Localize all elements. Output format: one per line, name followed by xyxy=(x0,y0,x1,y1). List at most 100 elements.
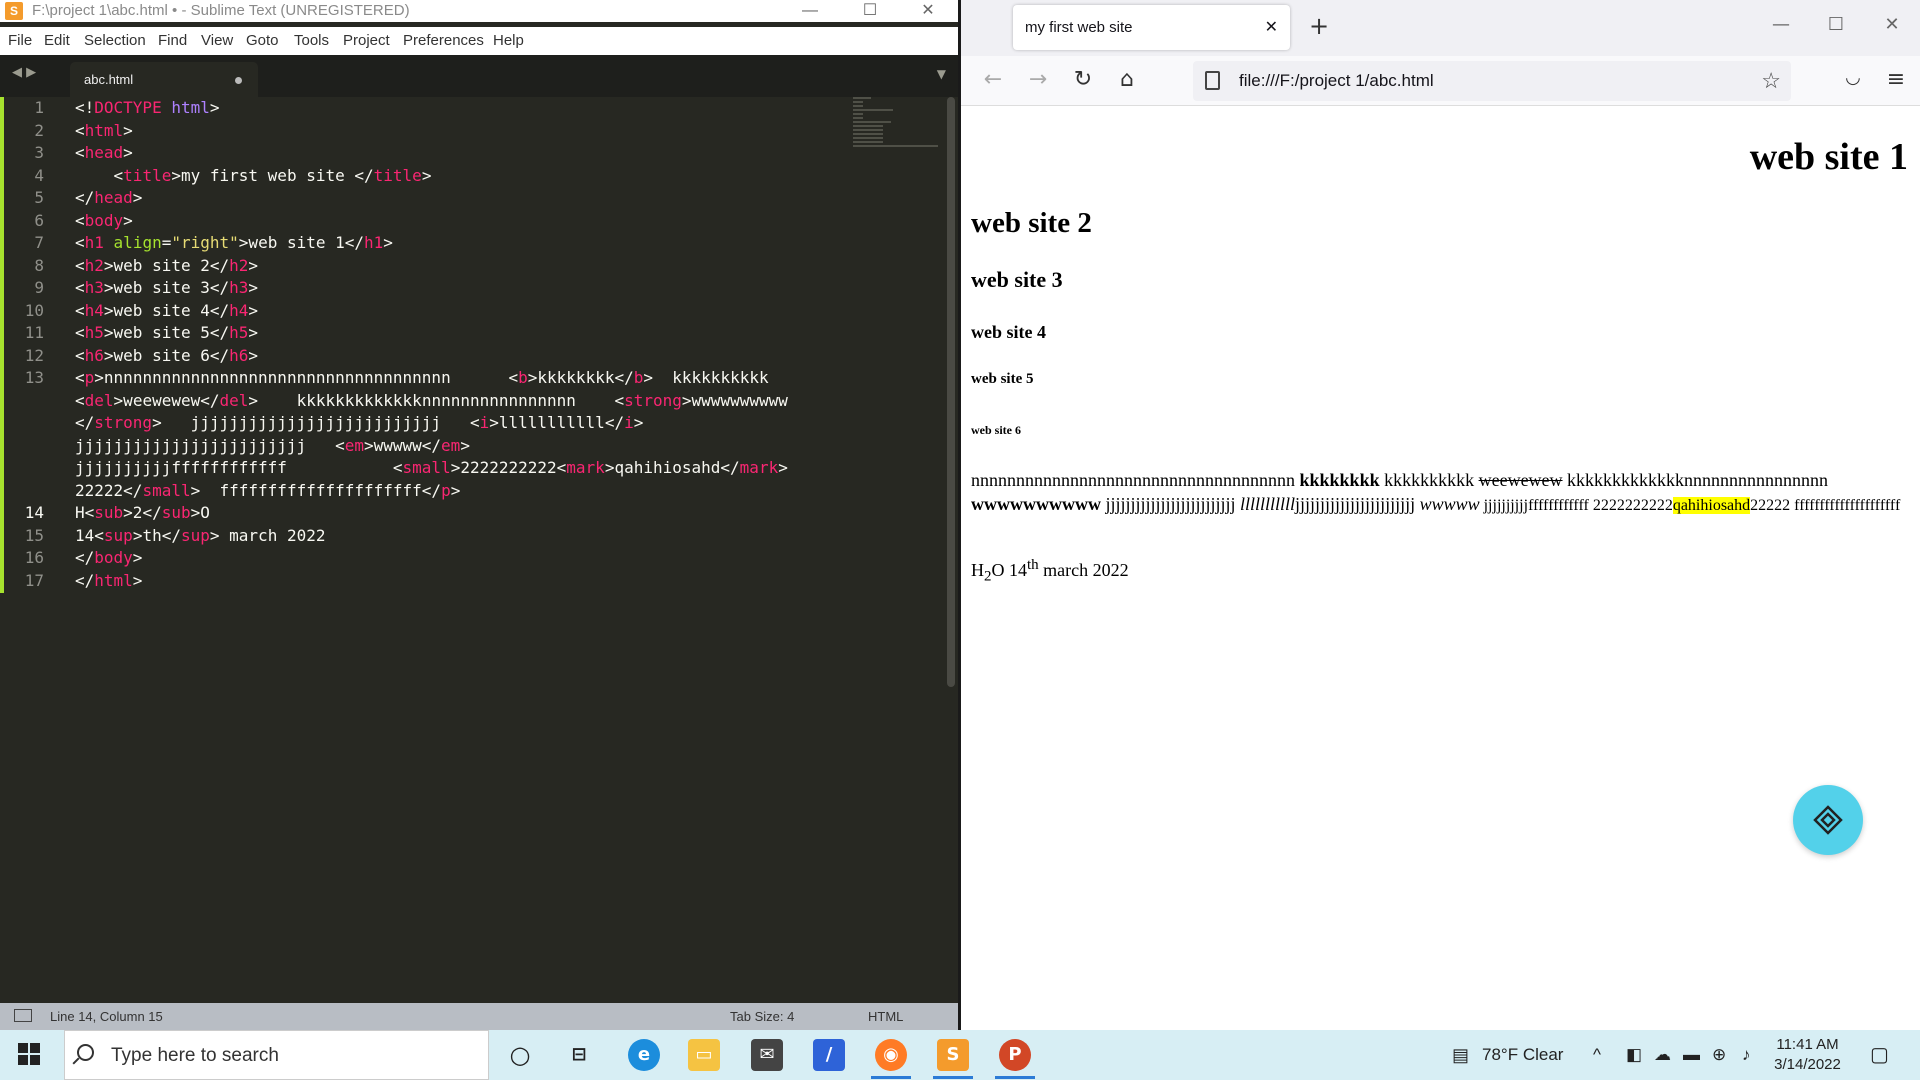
file-explorer-icon[interactable]: ▭ xyxy=(688,1039,720,1071)
extension-icon xyxy=(1813,805,1843,835)
code-line: <p>nnnnnnnnnnnnnnnnnnnnnnnnnnnnnnnnnnnn … xyxy=(75,368,769,387)
menu-goto[interactable]: Goto xyxy=(246,27,279,55)
panel-toggle-icon[interactable] xyxy=(14,1009,32,1022)
powerpoint-icon[interactable]: P xyxy=(999,1039,1031,1071)
menu-preferences[interactable]: Preferences xyxy=(403,27,484,55)
tab-bar: ◀ ▶ abc.html ▼ xyxy=(0,55,960,97)
windows-start-icon[interactable] xyxy=(18,1043,40,1065)
line-number: 2 xyxy=(34,120,44,140)
browser-tab[interactable]: my first web site ✕ xyxy=(1013,5,1290,50)
text: jjjjjjjjjjjjjjjjjjjjjjjjjj xyxy=(1101,493,1241,514)
line-number: 15 xyxy=(24,525,44,545)
battery-icon[interactable]: ▬ xyxy=(1683,1030,1700,1080)
menu-tools[interactable]: Tools xyxy=(294,27,329,55)
volume-icon[interactable]: ♪ xyxy=(1742,1030,1751,1080)
code-line: <h4>web site 4</h4> xyxy=(75,300,259,320)
text: jjjjjjjjjjjjjjjjjjjjjjjj xyxy=(1295,493,1420,514)
code-editor[interactable]: <!DOCTYPE html> <html> <head> <title>my … xyxy=(75,97,845,592)
menu-find[interactable]: Find xyxy=(158,27,187,55)
text: nnnnnnnnnnnnnnnnnnnnnnnnnnnnnnnnnnnn xyxy=(971,470,1300,490)
status-bar: Line 14, Column 15 Tab Size: 4 HTML xyxy=(0,1003,960,1030)
heading-4: web site 4 xyxy=(971,322,1046,342)
clock[interactable]: 11:41 AM 3/14/2022 xyxy=(1770,1035,1845,1075)
line-number: 10 xyxy=(24,300,44,320)
back-icon[interactable]: ← xyxy=(978,67,1008,92)
maximize-icon[interactable]: ☐ xyxy=(1821,14,1851,35)
date: 3/14/2022 xyxy=(1774,1056,1841,1073)
news-icon[interactable]: ▤ xyxy=(1452,1030,1469,1080)
code-line: <del>weewewew</del> kkkkkkkkkkkkknnnnnnn… xyxy=(75,390,788,410)
menu-help[interactable]: Help xyxy=(493,27,524,55)
minimize-icon[interactable]: — xyxy=(1766,14,1796,35)
menu-icon[interactable]: ≡ xyxy=(1881,67,1911,92)
tab-size[interactable]: Tab Size: 4 xyxy=(730,1003,794,1030)
pocket-icon[interactable]: ◡ xyxy=(1838,67,1868,88)
code-line: <html> xyxy=(75,120,133,140)
search-icon xyxy=(77,1044,94,1061)
line-number: 8 xyxy=(34,255,44,275)
unsaved-dot-icon[interactable] xyxy=(235,77,242,84)
network-icon[interactable]: ⊕ xyxy=(1712,1030,1726,1080)
line-number xyxy=(0,412,56,435)
line-number: 13 xyxy=(24,368,44,387)
syntax-mode[interactable]: HTML xyxy=(868,1003,903,1030)
system-tray: ▤ 78°F Clear ^ ◧ ☁ ▬ ⊕ ♪ 11:41 AM 3/14/20… xyxy=(1440,1030,1920,1080)
line-number-gutter: 1 2 3 4 5 6 7 8 9 10 11 12 13 14 15 16 1… xyxy=(0,97,56,592)
weather[interactable]: 78°F Clear xyxy=(1482,1030,1563,1080)
menu-project[interactable]: Project xyxy=(343,27,390,55)
code-line: <head> xyxy=(75,143,133,162)
menu-selection[interactable]: Selection xyxy=(84,27,146,55)
close-tab-icon[interactable]: ✕ xyxy=(1265,5,1278,50)
visual-studio-icon[interactable]: / xyxy=(813,1039,845,1071)
meet-now-icon[interactable]: ◧ xyxy=(1626,1030,1642,1080)
minimize-icon[interactable]: — xyxy=(795,0,825,22)
cortana-icon[interactable]: ○ xyxy=(504,1039,536,1071)
strong-text: wwwwwwwwww xyxy=(971,493,1101,514)
code-line: jjjjjjjjjjjjjjjjjjjjjjjj <em>wwwww</em> xyxy=(75,435,470,455)
firefox-icon[interactable]: ◉ xyxy=(875,1039,907,1071)
chevron-up-icon[interactable]: ^ xyxy=(1593,1030,1601,1080)
line-number: 5 xyxy=(34,188,44,207)
superscript: th xyxy=(1027,557,1039,573)
onedrive-icon[interactable]: ☁ xyxy=(1654,1030,1671,1080)
url-bar[interactable]: file:///F:/project 1/abc.html ☆ xyxy=(1193,61,1791,101)
scrollbar[interactable] xyxy=(947,97,955,687)
new-tab-icon[interactable]: + xyxy=(1309,12,1329,40)
notifications-icon[interactable]: ▢ xyxy=(1870,1030,1889,1080)
tab-dropdown-icon[interactable]: ▼ xyxy=(937,67,946,81)
menu-file[interactable]: File xyxy=(8,27,32,55)
text: march 2022 xyxy=(1038,560,1129,580)
reload-icon[interactable]: ↻ xyxy=(1068,67,1098,92)
edge-icon[interactable]: e xyxy=(628,1039,660,1071)
search-placeholder: Type here to search xyxy=(111,1045,279,1066)
code-line: </html> xyxy=(75,570,143,590)
home-icon[interactable]: ⌂ xyxy=(1112,67,1142,92)
time: 11:41 AM xyxy=(1776,1036,1839,1053)
close-icon[interactable]: ✕ xyxy=(1877,14,1907,35)
minimap[interactable] xyxy=(853,97,943,157)
title-bar: S F:\project 1\abc.html • - Sublime Text… xyxy=(0,0,960,22)
heading-6: web site 6 xyxy=(971,423,1021,437)
task-view-icon[interactable]: ⊟ xyxy=(563,1039,595,1071)
heading-1: web site 1 xyxy=(1749,136,1908,178)
forward-icon[interactable]: → xyxy=(1023,67,1053,92)
tab-nav-arrows-icon[interactable]: ◀ ▶ xyxy=(12,65,36,80)
text: O 14 xyxy=(991,560,1028,580)
bookmark-star-icon[interactable]: ☆ xyxy=(1761,61,1781,101)
line-number xyxy=(0,390,56,413)
close-icon[interactable]: ✕ xyxy=(913,0,943,22)
deleted-text: weewewew xyxy=(1478,470,1563,490)
menu-edit[interactable]: Edit xyxy=(44,27,70,55)
text: H xyxy=(971,560,984,580)
code-line-current: H<sub>2</sub>O xyxy=(75,503,210,522)
line-number: 11 xyxy=(24,323,44,342)
taskbar-search[interactable]: Type here to search xyxy=(64,1030,489,1080)
floating-action-button[interactable] xyxy=(1793,785,1863,855)
menu-view[interactable]: View xyxy=(201,27,233,55)
web-page-content: web site 1 web site 2 web site 3 web sit… xyxy=(961,107,1920,1030)
sublime-text-icon[interactable]: S xyxy=(937,1039,969,1071)
mail-icon[interactable]: ✉ xyxy=(751,1039,783,1071)
maximize-icon[interactable]: ☐ xyxy=(855,0,885,22)
tab-abc-html[interactable]: abc.html xyxy=(70,62,258,97)
page-icon xyxy=(1205,71,1220,90)
